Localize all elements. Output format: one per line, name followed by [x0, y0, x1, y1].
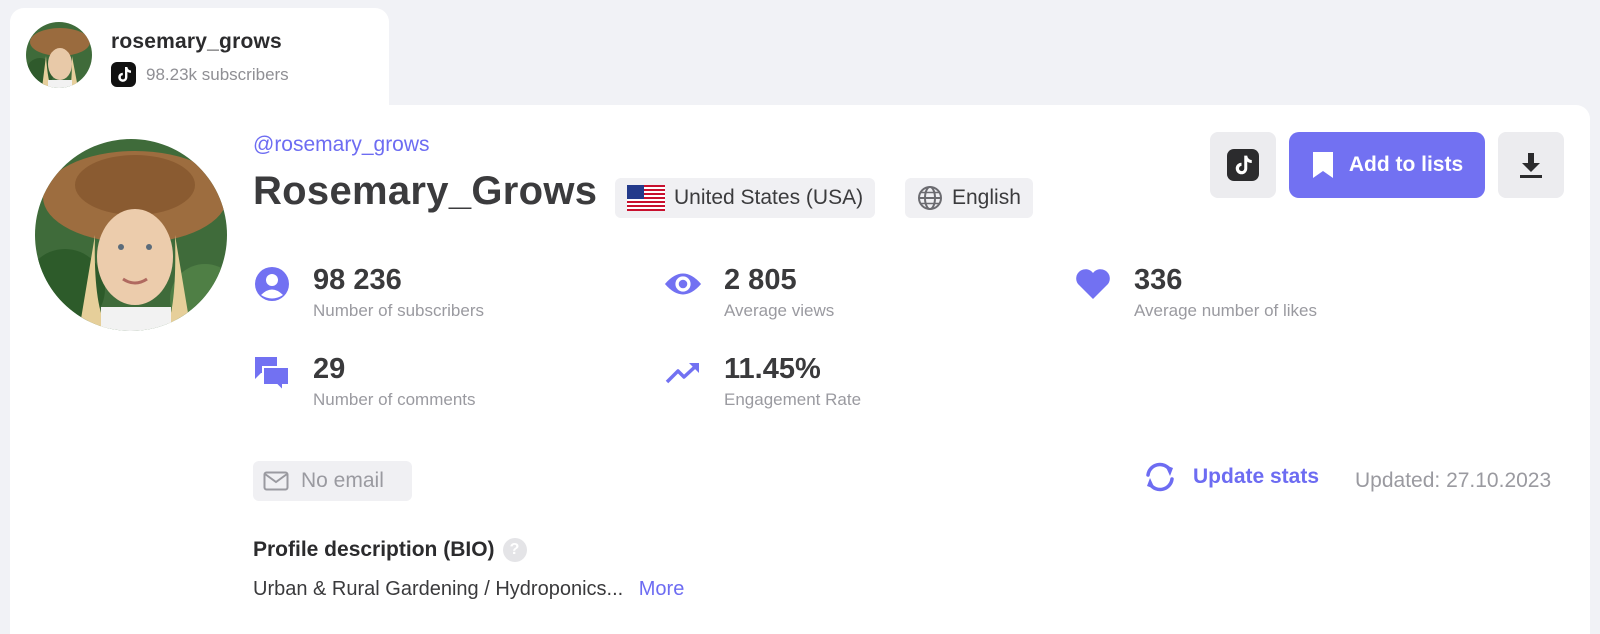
language-label: English — [952, 186, 1021, 209]
tab-username: rosemary_grows — [111, 30, 282, 53]
bookmark-icon — [1312, 152, 1333, 178]
help-icon[interactable]: ? — [502, 538, 527, 562]
tab-subscribers-text: 98.23k subscribers — [146, 64, 289, 84]
us-flag-icon — [627, 185, 665, 211]
add-to-lists-label: Add to lists — [1348, 153, 1464, 176]
tab-subscribers: 98.23k subscribers — [111, 62, 289, 87]
stat-likes: 336 Average number of likes — [1074, 263, 1317, 321]
eye-icon — [664, 265, 702, 303]
stat-views-value: 2 805 — [724, 264, 797, 296]
stat-likes-value: 336 — [1134, 264, 1183, 296]
open-tiktok-button[interactable] — [1210, 132, 1276, 198]
avatar — [35, 139, 227, 331]
bio-content: Urban & Rural Gardening / Hydroponics... — [253, 578, 624, 600]
bio-text: Urban & Rural Gardening / Hydroponics...… — [253, 578, 684, 601]
stat-views: 2 805 Average views — [664, 263, 834, 321]
stat-views-label: Average views — [724, 301, 835, 320]
updated-date: Updated: 27.10.2023 — [1355, 469, 1552, 492]
email-chip: No email — [253, 461, 412, 501]
download-icon — [1520, 153, 1542, 178]
refresh-icon — [1146, 462, 1174, 492]
user-icon — [253, 265, 291, 303]
update-stats-button[interactable]: Update stats — [1141, 462, 1319, 492]
bio-title: Profile description (BIO) — [253, 538, 495, 561]
stat-subscribers-value: 98 236 — [313, 264, 402, 296]
stat-comments-label: Number of comments — [313, 390, 476, 409]
stat-comments-value: 29 — [313, 353, 346, 385]
globe-icon — [918, 186, 942, 210]
stat-engagement-label: Engagement Rate — [724, 390, 862, 409]
stat-likes-label: Average number of likes — [1134, 301, 1318, 320]
country-chip: United States (USA) — [615, 178, 876, 218]
profile-tab[interactable]: rosemary_grows 98.23k subscribers — [10, 8, 389, 120]
avatar-small — [26, 22, 92, 88]
bio-heading: Profile description (BIO) ? — [253, 538, 527, 562]
heart-icon — [1074, 265, 1112, 303]
mail-icon — [263, 471, 289, 491]
stat-engagement-value: 11.45% — [724, 353, 821, 385]
language-chip: English — [905, 178, 1033, 218]
comments-icon — [253, 354, 291, 392]
profile-handle-link[interactable]: @rosemary_grows — [253, 133, 430, 157]
add-to-lists-button[interactable]: Add to lists — [1289, 132, 1485, 198]
stat-subscribers-label: Number of subscribers — [313, 301, 485, 320]
email-label: No email — [301, 469, 384, 492]
stat-comments: 29 Number of comments — [253, 352, 476, 410]
update-stats-label: Update stats — [1193, 465, 1320, 488]
download-button[interactable] — [1498, 132, 1564, 198]
stat-engagement: 11.45% Engagement Rate — [664, 352, 861, 410]
tiktok-icon — [1227, 149, 1259, 181]
tiktok-icon — [111, 62, 136, 87]
country-label: United States (USA) — [674, 186, 864, 209]
trending-up-icon — [664, 354, 702, 392]
profile-card: @rosemary_grows Rosemary_Grows United St… — [10, 105, 1590, 634]
stat-subscribers: 98 236 Number of subscribers — [253, 263, 484, 321]
bio-more-link[interactable]: More — [639, 578, 685, 600]
profile-name: Rosemary_Grows — [253, 169, 598, 213]
